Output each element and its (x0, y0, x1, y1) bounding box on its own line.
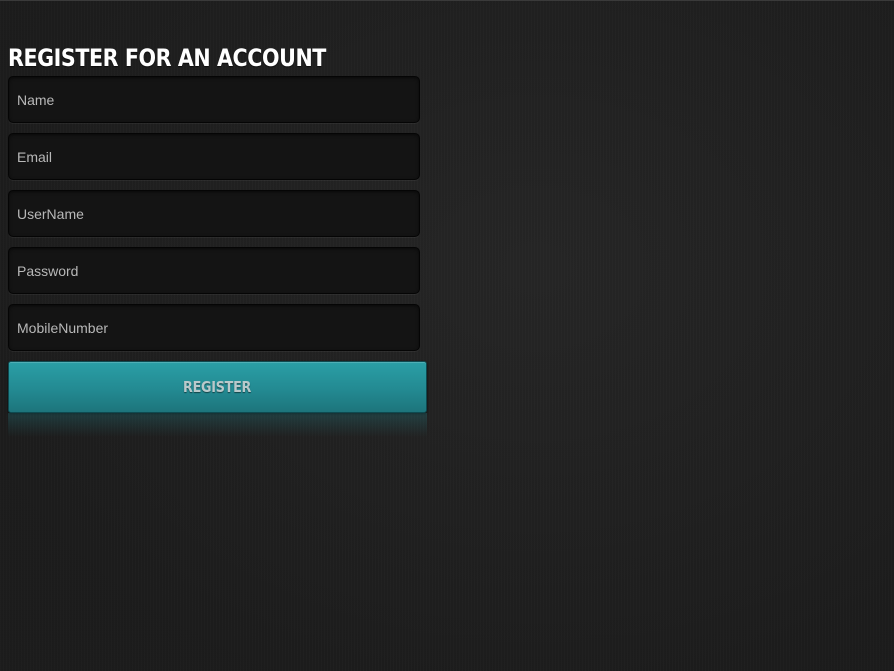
password-field[interactable] (8, 247, 420, 294)
mobile-number-field[interactable] (8, 304, 420, 351)
register-form: REGISTER FOR AN ACCOUNT REGISTER (8, 42, 428, 437)
register-button[interactable]: REGISTER (8, 361, 427, 413)
register-button-reflection (8, 413, 427, 437)
name-field[interactable] (8, 76, 420, 123)
window-top-border (0, 0, 894, 1)
form-title: REGISTER FOR AN ACCOUNT (8, 44, 326, 72)
email-field[interactable] (8, 133, 420, 180)
register-button-label: REGISTER (183, 378, 252, 396)
username-field[interactable] (8, 190, 420, 237)
